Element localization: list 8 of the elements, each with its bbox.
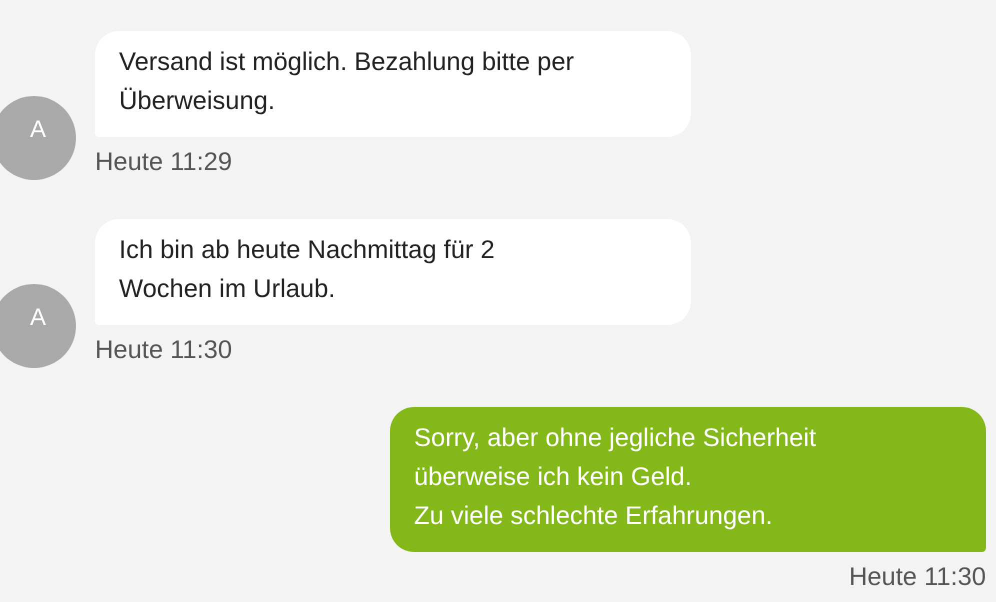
received-message-bubble: Versand ist möglich. Bezahlung bitte per Überweisung. — [95, 31, 691, 137]
avatar-initial: A — [30, 303, 46, 333]
message-timestamp: Heute 11:30 — [848, 562, 986, 592]
sent-message-bubble: Sorry, aber ohne jegliche Sicherheit überweise ich kein Geld. Zu viele schlechte Erfahrungen. — [390, 407, 986, 552]
received-message-bubble: Ich bin ab heute Nachmittag für 2 Wochen im Urlaub. — [95, 219, 691, 325]
avatar-initial: A — [30, 115, 46, 145]
message-timestamp: Heute 11:30 — [95, 335, 234, 365]
message-timestamp: Heute 11:29 — [95, 147, 234, 177]
